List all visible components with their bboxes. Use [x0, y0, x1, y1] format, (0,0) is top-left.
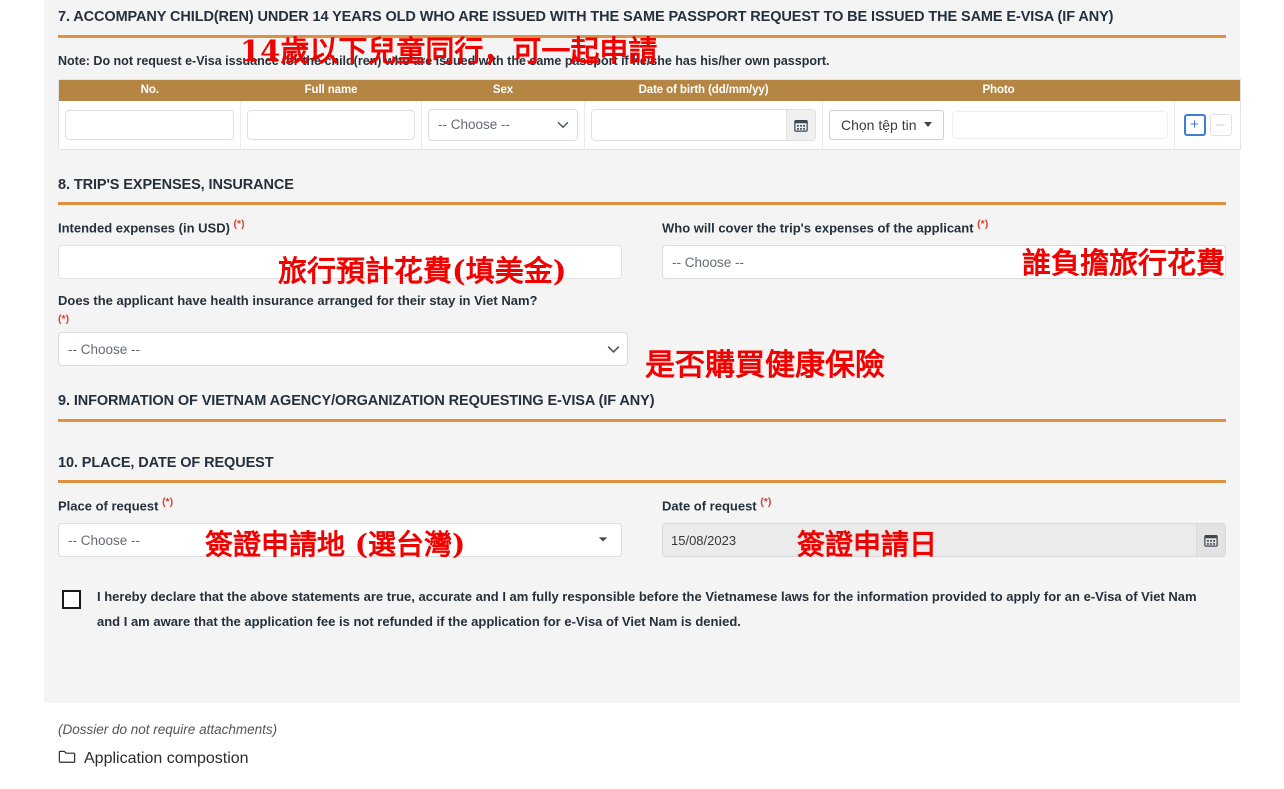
- cell-actions: + –: [1174, 100, 1241, 150]
- folder-icon: [58, 749, 76, 769]
- section-7-divider: [58, 34, 1226, 38]
- who-covers-label: Who will cover the trip's expenses of th…: [662, 218, 1226, 237]
- application-composition-link[interactable]: Application compostion: [58, 749, 277, 769]
- cell-full-name: [240, 100, 422, 150]
- chevron-down-icon: [1205, 256, 1218, 268]
- health-insurance-value: -- Choose --: [68, 341, 141, 357]
- column-header-photo: Photo: [822, 79, 1175, 101]
- cell-no: [58, 100, 241, 150]
- section-10-title: 10. PLACE, DATE OF REQUEST: [58, 454, 274, 471]
- child-sex-value: -- Choose --: [438, 117, 511, 133]
- photo-file-name-field[interactable]: [951, 110, 1168, 139]
- column-header-no: No.: [58, 79, 241, 101]
- required-marker: (*): [162, 496, 174, 509]
- column-header-date-of-birth: Date of birth (dd/mm/yy): [584, 79, 823, 101]
- place-of-request-label-text: Place of request: [58, 498, 159, 514]
- health-insurance-select[interactable]: -- Choose --: [58, 332, 628, 367]
- chevron-down-icon: [607, 343, 620, 355]
- health-insurance-group: Does the applicant have health insurance…: [58, 293, 1226, 367]
- section-7-title: 7. ACCOMPANY CHILD(REN) UNDER 14 YEARS O…: [58, 9, 1114, 25]
- section-7-note: Note: Do not request e-Visa issuance for…: [58, 53, 830, 68]
- date-of-request-group: Date of request (*): [662, 496, 1226, 558]
- calendar-icon[interactable]: [1196, 524, 1225, 557]
- section-8: 8. TRIP'S EXPENSES, INSURANCE Intended e…: [58, 150, 1226, 367]
- form-footer: (Dossier do not require attachments) App…: [58, 722, 277, 769]
- place-of-request-group: Place of request (*) -- Choose --: [58, 496, 622, 558]
- table-header-row: No. Full name Sex Date of birth (dd/mm/y…: [58, 79, 1241, 101]
- date-of-request-input[interactable]: [663, 524, 1196, 557]
- who-covers-group: Who will cover the trip's expenses of th…: [662, 218, 1226, 280]
- declaration-checkbox[interactable]: [62, 590, 81, 610]
- form-panel: 7. ACCOMPANY CHILD(REN) UNDER 14 YEARS O…: [44, 0, 1241, 703]
- intended-expenses-label: Intended expenses (in USD) (*): [58, 218, 622, 237]
- chevron-down-icon: [557, 119, 569, 131]
- section-10: 10. PLACE, DATE OF REQUEST Place of requ…: [58, 422, 1226, 558]
- caret-down-icon: [598, 534, 610, 546]
- who-covers-select[interactable]: -- Choose --: [662, 245, 1226, 280]
- accompany-children-table: No. Full name Sex Date of birth (dd/mm/y…: [58, 78, 1241, 150]
- place-of-request-label: Place of request (*): [58, 496, 622, 515]
- cell-photo: Chọn tệp tin: [822, 100, 1175, 150]
- child-dob-field: [591, 108, 816, 141]
- application-composition-label: Application compostion: [84, 750, 249, 767]
- required-marker: (*): [760, 496, 772, 509]
- section-8-title: 8. TRIP'S EXPENSES, INSURANCE: [58, 176, 294, 193]
- column-header-full-name: Full name: [240, 79, 422, 101]
- intended-expenses-input[interactable]: [58, 245, 622, 280]
- required-marker: (*): [977, 218, 989, 231]
- health-insurance-label: Does the applicant have health insurance…: [58, 293, 658, 327]
- choose-file-button[interactable]: Chọn tệp tin: [829, 109, 944, 140]
- who-covers-label-text: Who will cover the trip's expenses of th…: [662, 220, 974, 236]
- remove-row-button: –: [1209, 113, 1232, 136]
- section-7: 7. ACCOMPANY CHILD(REN) UNDER 14 YEARS O…: [58, 0, 1241, 150]
- declaration-text: I hereby declare that the above statemen…: [97, 589, 1197, 629]
- section-9: 9. INFORMATION OF VIETNAM AGENCY/ORGANIZ…: [58, 366, 1226, 422]
- section-8-divider: [58, 202, 1226, 206]
- child-no-input[interactable]: [65, 109, 234, 140]
- required-marker: (*): [233, 218, 245, 231]
- calendar-icon[interactable]: [786, 109, 815, 140]
- health-insurance-label-text: Does the applicant have health insurance…: [58, 293, 538, 309]
- date-of-request-label-text: Date of request: [662, 498, 757, 514]
- section-9-title: 9. INFORMATION OF VIETNAM AGENCY/ORGANIZ…: [58, 393, 655, 410]
- cell-date-of-birth: [584, 100, 823, 150]
- cell-sex: -- Choose --: [421, 100, 585, 150]
- row-actions: + –: [1181, 113, 1234, 136]
- intended-expenses-group: Intended expenses (in USD) (*): [58, 218, 622, 280]
- declaration-block: I hereby declare that the above statemen…: [58, 557, 1226, 633]
- evisa-form-page: 7. ACCOMPANY CHILD(REN) UNDER 14 YEARS O…: [0, 0, 1284, 789]
- add-row-button[interactable]: +: [1183, 113, 1206, 136]
- column-header-sex: Sex: [421, 79, 585, 101]
- date-of-request-label: Date of request (*): [662, 496, 1226, 515]
- date-of-request-field: [662, 523, 1226, 558]
- section-10-divider: [58, 480, 1226, 484]
- choose-file-label: Chọn tệp tin: [841, 116, 917, 133]
- dossier-note: (Dossier do not require attachments): [58, 722, 278, 737]
- who-covers-value: -- Choose --: [672, 254, 745, 270]
- child-full-name-input[interactable]: [247, 109, 415, 140]
- photo-upload-group: Chọn tệp tin: [829, 109, 1168, 140]
- caret-down-icon: [923, 122, 932, 128]
- intended-expenses-label-text: Intended expenses (in USD): [58, 220, 230, 236]
- child-sex-select[interactable]: -- Choose --: [428, 108, 578, 141]
- required-marker: (*): [58, 313, 70, 326]
- table-row: -- Choose -- Chọn tệp tin + –: [58, 100, 1241, 150]
- column-header-actions: [1174, 79, 1241, 101]
- child-dob-input[interactable]: [592, 109, 786, 140]
- place-of-request-select[interactable]: -- Choose --: [58, 523, 622, 558]
- place-of-request-value: -- Choose --: [68, 532, 141, 548]
